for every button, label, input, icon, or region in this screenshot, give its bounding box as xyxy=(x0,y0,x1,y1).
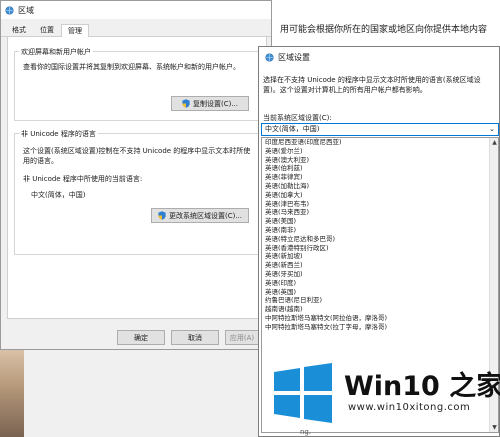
background-photo xyxy=(0,350,24,437)
locale-options: 印度尼西亚语(印度尼西亚) 英语(爱尔兰) 英语(澳大利亚) 英语(伯利兹) 英语(菲律… xyxy=(262,138,498,332)
system-locale-selected: 中文(简体，中国) xyxy=(265,125,320,133)
tab-format[interactable]: 格式 xyxy=(5,23,33,36)
background-page-text: 用可能会根据你所在的国家或地区向你提供本地内容 xyxy=(280,25,488,35)
locale-option[interactable]: 英语(特立尼达和多巴哥) xyxy=(262,235,498,244)
locale-option[interactable]: 英语(美国) xyxy=(262,217,498,226)
region-title: 区域 xyxy=(18,5,34,15)
locale-option[interactable]: 英语(新加坡) xyxy=(262,252,498,261)
uac-shield-icon xyxy=(182,99,190,108)
current-language-label: 非 Unicode 程序中所使用的当前语言: xyxy=(23,175,143,183)
tab-administrative[interactable]: 管理 xyxy=(61,24,89,37)
region-settings-title: 区域设置 xyxy=(278,52,310,62)
region-settings-titlebar: 区域设置 xyxy=(259,47,499,67)
locale-option[interactable]: 英语(加拿大) xyxy=(262,191,498,200)
region-titlebar: 区域 xyxy=(1,1,271,19)
welcome-group-text: 查看你的国际设置并将其复制到欢迎屏幕、系统帐户和新的用户帐户。 xyxy=(23,63,240,71)
locale-option[interactable]: 英语(牙买加) xyxy=(262,270,498,279)
watermark-url: www.win10xitong.com xyxy=(348,402,471,413)
region-dialog: 区域 格式 位置 管理 欢迎屏幕和新用户帐户 查看你的国际设置并将其复制到欢迎屏… xyxy=(0,0,272,350)
uac-shield-icon xyxy=(158,211,166,220)
locale-option[interactable]: 英语(爱尔兰) xyxy=(262,147,498,156)
welcome-group-title: 欢迎屏幕和新用户帐户 xyxy=(19,47,93,57)
watermark: Win10 之家 www.win10xitong.com xyxy=(264,356,500,436)
locale-option[interactable]: 英语(南非) xyxy=(262,226,498,235)
non-unicode-group-title: 非 Unicode 程序的语言 xyxy=(19,129,98,139)
current-language-value: 中文(简体，中国) xyxy=(31,191,86,199)
locale-option[interactable]: 印度尼西亚语(印度尼西亚) xyxy=(262,138,498,147)
ok-button[interactable]: 确定 xyxy=(117,330,165,345)
locale-option[interactable]: 越南语(越南) xyxy=(262,305,498,314)
scroll-up-icon[interactable]: ▲ xyxy=(490,138,498,147)
globe-icon xyxy=(265,52,274,62)
locale-option[interactable]: 英语(菲律宾) xyxy=(262,173,498,182)
administrative-panel: 欢迎屏幕和新用户帐户 查看你的国际设置并将其复制到欢迎屏幕、系统帐户和新的用户帐… xyxy=(7,37,267,319)
locale-option[interactable]: 英语(马来西亚) xyxy=(262,208,498,217)
change-system-locale-label: 更改系统区域设置(C)... xyxy=(168,211,243,220)
region-settings-description: 选择在不支持 Unicode 的程序中显示文本时所使用的语言(系统区域设置)。这… xyxy=(263,76,481,94)
locale-option[interactable]: 英语(新西兰) xyxy=(262,261,498,270)
welcome-screen-group: 欢迎屏幕和新用户帐户 查看你的国际设置并将其复制到欢迎屏幕、系统帐户和新的用户帐… xyxy=(14,47,260,121)
system-locale-select[interactable]: 中文(简体，中国) ⌄ xyxy=(261,123,499,136)
copy-settings-label: 复制设置(C)... xyxy=(192,99,239,108)
chevron-down-icon: ⌄ xyxy=(489,125,495,133)
globe-icon xyxy=(5,5,14,15)
locale-option[interactable]: 中阿特拉斯塔马塞特文(阿拉伯语，摩洛哥) xyxy=(262,314,498,323)
background-footer-text: ng. xyxy=(300,428,312,436)
windows-logo-icon xyxy=(274,363,332,423)
system-locale-label: 当前系统区域设置(C): xyxy=(263,114,332,122)
region-tabs: 格式 位置 管理 xyxy=(1,23,271,37)
non-unicode-group: 非 Unicode 程序的语言 这个设置(系统区域设置)控制在不支持 Unico… xyxy=(14,129,260,255)
locale-option[interactable]: 约鲁巴语(尼日利亚) xyxy=(262,296,498,305)
locale-option[interactable]: 中阿特拉斯塔马塞特文(拉丁字母，摩洛哥) xyxy=(262,323,498,332)
tab-location[interactable]: 位置 xyxy=(33,23,61,36)
non-unicode-group-text: 这个设置(系统区域设置)控制在不支持 Unicode 的程序中显示文本时所使用的… xyxy=(23,147,251,165)
locale-option[interactable]: 英语(加勒比海) xyxy=(262,182,498,191)
copy-settings-button[interactable]: 复制设置(C)... xyxy=(171,96,249,111)
cancel-button[interactable]: 取消 xyxy=(171,330,219,345)
locale-option[interactable]: 英语(伯利兹) xyxy=(262,164,498,173)
change-system-locale-button[interactable]: 更改系统区域设置(C)... xyxy=(151,208,249,223)
locale-option[interactable]: 英语(印度) xyxy=(262,279,498,288)
apply-button[interactable]: 应用(A) xyxy=(225,330,259,345)
watermark-text: Win10 之家 xyxy=(344,371,500,402)
